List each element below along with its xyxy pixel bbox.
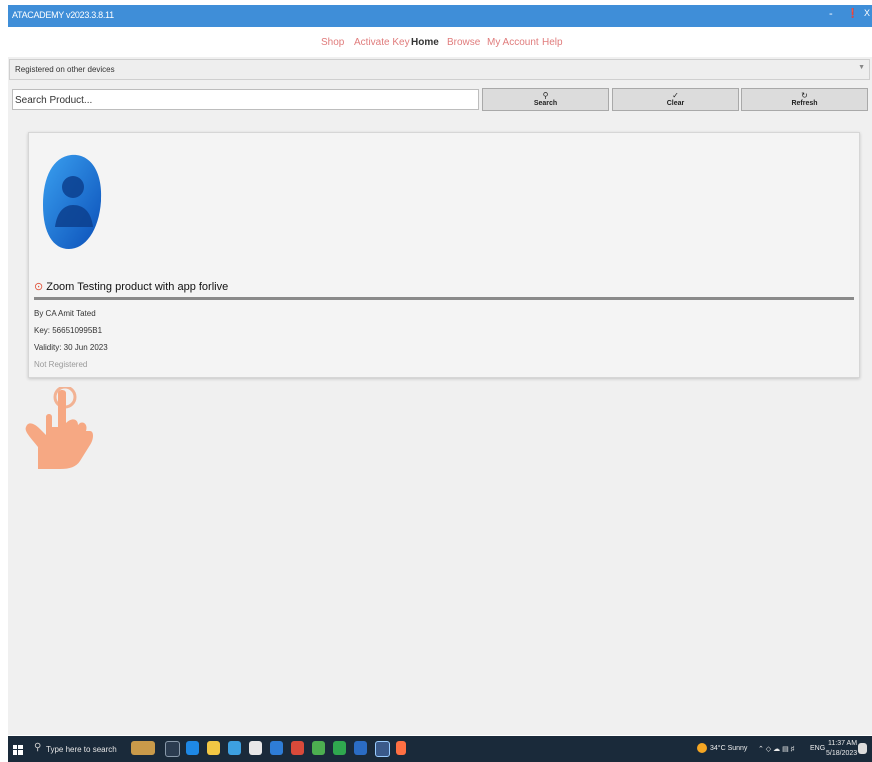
taskbar: ⚲ Type here to search 34°C Sunny ⌃ ◇ ☁ ▤… <box>8 736 872 762</box>
pinned-app-icon[interactable] <box>396 741 406 755</box>
menu-my-account[interactable]: My Account <box>487 37 539 48</box>
product-avatar-icon <box>41 153 103 256</box>
app-window: Shop Activate Key Home Browse My Account… <box>8 27 872 735</box>
clear-icon: ✓ <box>672 91 679 100</box>
title-bar: ATACADEMY v2023.3.8.11 - ❗ X <box>8 5 872 27</box>
minimize-button[interactable]: - <box>829 8 833 20</box>
product-validity: Validity: 30 Jun 2023 <box>34 343 108 352</box>
product-key: Key: 566510995B1 <box>34 326 103 335</box>
word-icon[interactable] <box>354 741 367 755</box>
restore-button[interactable]: ❗ <box>847 8 858 19</box>
chrome-icon[interactable] <box>270 741 283 755</box>
calculator-icon[interactable] <box>249 741 262 755</box>
edge-browser-icon[interactable] <box>186 741 199 755</box>
taskbar-search-box[interactable]: ⚲ Type here to search <box>32 739 132 759</box>
top-menu: Shop Activate Key Home Browse My Account… <box>8 27 872 57</box>
chevron-down-icon: ▼ <box>858 64 865 71</box>
refresh-button[interactable]: ↻ Refresh <box>741 88 868 111</box>
windows-start-icon[interactable] <box>13 742 23 760</box>
search-icon: ⚲ <box>542 91 549 100</box>
active-app-icon[interactable] <box>375 741 390 757</box>
menu-shop[interactable]: Shop <box>321 37 344 48</box>
menu-help[interactable]: Help <box>542 37 563 48</box>
system-tray-icons[interactable]: ⌃ ◇ ☁ ▤ ♯ <box>758 745 794 753</box>
language-indicator[interactable]: ENG <box>810 745 825 752</box>
refresh-icon: ↻ <box>801 91 808 100</box>
product-status: Not Registered <box>34 360 88 369</box>
search-input[interactable] <box>13 91 470 110</box>
sun-icon <box>697 743 707 753</box>
device-filter-select[interactable]: Registered on other devices ▼ <box>9 59 870 80</box>
chrome-profile-icon[interactable] <box>291 741 304 755</box>
search-button-label: Search <box>533 100 558 107</box>
search-button[interactable]: ⚲ Search <box>482 88 609 111</box>
search-box[interactable] <box>12 89 479 110</box>
refresh-button-label: Refresh <box>791 100 818 107</box>
chrome-alt-icon[interactable] <box>312 741 325 755</box>
product-card[interactable]: ⊙ Zoom Testing product with app forlive B… <box>28 132 860 378</box>
device-filter-value: Registered on other devices <box>15 65 115 74</box>
product-title-text: Zoom Testing product with app forlive <box>46 281 229 293</box>
clock-time[interactable]: 11:37 AM <box>828 740 857 747</box>
menu-activate-key[interactable]: Activate Key <box>354 37 410 48</box>
excel-icon[interactable] <box>333 741 346 755</box>
window-title: ATACADEMY v2023.3.8.11 <box>12 10 114 20</box>
clear-button[interactable]: ✓ Clear <box>612 88 739 111</box>
status-dot-icon: ⊙ <box>34 281 44 293</box>
close-button[interactable]: X <box>864 8 870 18</box>
file-explorer-icon[interactable] <box>207 741 220 755</box>
clock-date[interactable]: 5/18/2023 <box>826 750 857 757</box>
search-icon: ⚲ <box>34 742 42 753</box>
notification-icon[interactable] <box>858 743 867 754</box>
clear-button-label: Clear <box>666 100 685 107</box>
weather-widget-icon[interactable] <box>131 741 155 755</box>
product-title[interactable]: ⊙ Zoom Testing product with app forlive <box>34 280 228 293</box>
menu-browse[interactable]: Browse <box>447 37 480 48</box>
mail-icon[interactable] <box>228 741 241 755</box>
taskbar-search-placeholder: Type here to search <box>46 745 117 754</box>
product-author: By CA Amit Tated <box>34 309 96 318</box>
weather-text[interactable]: 34°C Sunny <box>710 745 747 752</box>
task-view-icon[interactable] <box>165 741 180 757</box>
title-divider <box>34 297 854 300</box>
tap-hand-icon <box>20 385 100 476</box>
menu-home[interactable]: Home <box>411 37 439 48</box>
